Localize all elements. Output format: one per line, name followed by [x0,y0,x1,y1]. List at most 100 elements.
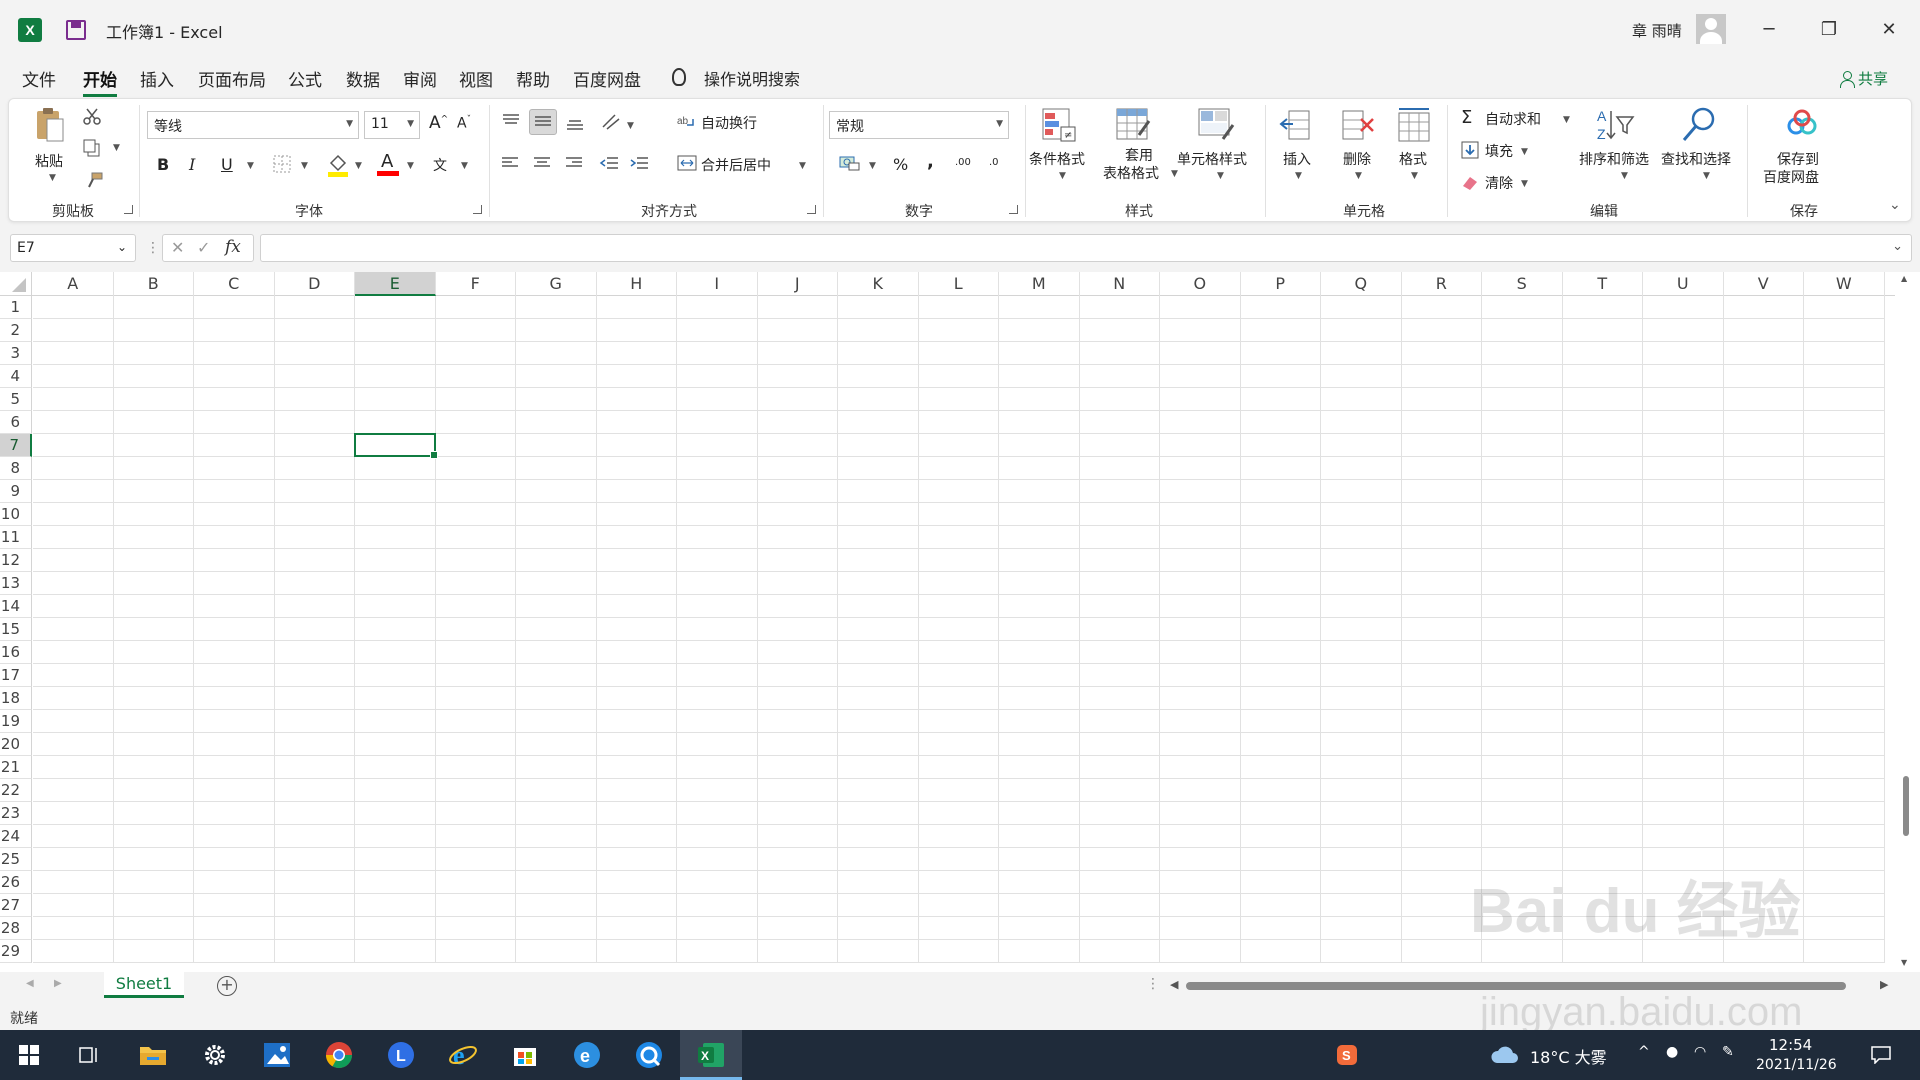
underline-button[interactable]: U [221,155,233,174]
scroll-right-icon[interactable]: ▶ [1880,978,1888,991]
column-header[interactable]: M [999,272,1080,296]
row-header[interactable]: 4 [0,365,32,388]
row-header[interactable]: 13 [0,572,32,595]
windows-start-icon[interactable] [12,1038,46,1072]
row-header[interactable]: 29 [0,940,32,963]
row-header[interactable]: 9 [0,480,32,503]
sort-filter-button[interactable]: 排序和筛选 [1579,149,1649,169]
column-header[interactable]: E [355,272,436,296]
insert-cells-icon[interactable] [1279,107,1317,145]
qq-tray-icon[interactable]: ● [1666,1044,1678,1060]
collapse-ribbon-icon[interactable]: ⌄ [1889,197,1901,213]
tray-overflow-icon[interactable]: ^ [1638,1044,1650,1060]
format-painter-icon[interactable] [85,171,103,189]
user-name[interactable]: 章 雨晴 [1632,20,1682,41]
font-launcher-icon[interactable] [473,205,482,214]
increase-indent-icon[interactable] [629,155,649,171]
row-header[interactable]: 6 [0,411,32,434]
vertical-scrollbar[interactable]: ▲ ▼ [1897,272,1915,972]
file-explorer-icon[interactable] [136,1038,170,1072]
enter-icon[interactable]: ✓ [197,238,210,257]
pen-icon[interactable]: ✎ [1722,1044,1734,1060]
fill-down-icon[interactable] [1461,141,1479,159]
internet-explorer-icon[interactable]: e [446,1038,480,1072]
tab-splitter-icon[interactable]: ⋮ [1146,976,1160,992]
network-icon[interactable]: ◠ [1694,1044,1706,1060]
vertical-scroll-thumb[interactable] [1903,776,1909,836]
underline-dropdown-icon[interactable]: ▼ [247,161,254,171]
percent-button[interactable]: % [893,155,908,174]
find-dropdown-icon[interactable]: ▼ [1703,171,1710,181]
column-header[interactable]: I [677,272,758,296]
close-button[interactable]: ✕ [1866,10,1912,48]
scroll-left-icon[interactable]: ◀ [1170,978,1178,991]
insert-function-icon[interactable]: fx [225,237,241,257]
autosum-button[interactable]: 自动求和 [1485,109,1541,129]
fill-color-dropdown-icon[interactable]: ▼ [355,161,362,171]
clock-time[interactable]: 12:54 [1769,1036,1812,1054]
align-right-icon[interactable] [565,155,583,171]
cell-styles-button[interactable]: 单元格样式 [1177,149,1247,169]
clock-date[interactable]: 2021/11/26 [1756,1057,1837,1073]
row-header[interactable]: 12 [0,549,32,572]
excel-taskbar-icon[interactable]: X [694,1038,728,1072]
sogou-input-icon[interactable]: S [1330,1038,1364,1072]
tell-me-search[interactable]: 操作说明搜索 [704,66,800,90]
cell-styles-icon[interactable] [1197,105,1237,145]
column-header[interactable]: O [1160,272,1241,296]
lenovo-l-icon[interactable]: L [384,1038,418,1072]
row-header[interactable]: 7 [0,434,32,457]
scroll-down-icon[interactable]: ▼ [1901,958,1907,967]
baidu-netdisk-icon[interactable] [1785,109,1819,139]
find-select-button[interactable]: 查找和选择 [1661,149,1731,169]
active-cell[interactable] [354,433,437,459]
sigma-icon[interactable]: Σ [1461,107,1472,128]
column-header[interactable]: F [436,272,516,296]
tab-formulas[interactable]: 公式 [288,66,322,91]
column-header[interactable]: H [597,272,677,296]
fill-dropdown-icon[interactable]: ▼ [1521,147,1528,157]
insert-dropdown-icon[interactable]: ▼ [1295,171,1302,181]
align-center-icon[interactable] [533,155,551,171]
tab-baidu-netdisk[interactable]: 百度网盘 [573,66,641,91]
bold-button[interactable]: B [157,155,169,174]
tab-view[interactable]: 视图 [459,66,493,91]
column-header[interactable]: G [516,272,597,296]
row-header[interactable]: 17 [0,664,32,687]
notification-icon[interactable] [1864,1038,1898,1072]
store-icon[interactable] [508,1038,542,1072]
column-header[interactable]: U [1643,272,1724,296]
borders-dropdown-icon[interactable]: ▼ [301,161,308,171]
row-header[interactable]: 28 [0,917,32,940]
task-view-icon[interactable] [72,1038,106,1072]
save-icon[interactable] [66,20,86,40]
merge-dropdown-icon[interactable]: ▼ [799,161,806,171]
save-netdisk-line2[interactable]: 百度网盘 [1763,167,1819,187]
font-name-combo[interactable]: 等线 ▼ [147,111,359,139]
insert-cells-button[interactable]: 插入 [1283,149,1311,169]
tab-insert[interactable]: 插入 [140,66,174,91]
borders-icon[interactable] [273,155,291,173]
restore-button[interactable]: ❐ [1806,10,1852,48]
shrink-font-button[interactable]: Aˇ [457,115,471,132]
align-top-icon[interactable] [501,113,521,129]
scroll-up-icon[interactable]: ▲ [1901,274,1907,283]
alignment-launcher-icon[interactable] [807,205,816,214]
decrease-indent-icon[interactable] [599,155,619,171]
photos-icon[interactable] [260,1038,294,1072]
clear-dropdown-icon[interactable]: ▼ [1521,179,1528,189]
format-cells-button[interactable]: 格式 [1399,149,1427,169]
select-all-corner[interactable] [0,272,32,296]
row-header[interactable]: 10 [0,503,32,526]
number-format-combo[interactable]: 常规 ▼ [829,111,1009,139]
settings-gear-icon[interactable] [198,1038,232,1072]
copy-icon[interactable] [83,139,101,157]
row-header[interactable]: 14 [0,595,32,618]
decrease-decimal-button[interactable]: .0 [989,157,999,168]
clipboard-launcher-icon[interactable] [124,205,133,214]
column-header[interactable]: Q [1321,272,1402,296]
row-header[interactable]: 2 [0,319,32,342]
row-header[interactable]: 1 [0,296,32,319]
tab-data[interactable]: 数据 [346,66,380,91]
column-header[interactable]: W [1804,272,1885,296]
